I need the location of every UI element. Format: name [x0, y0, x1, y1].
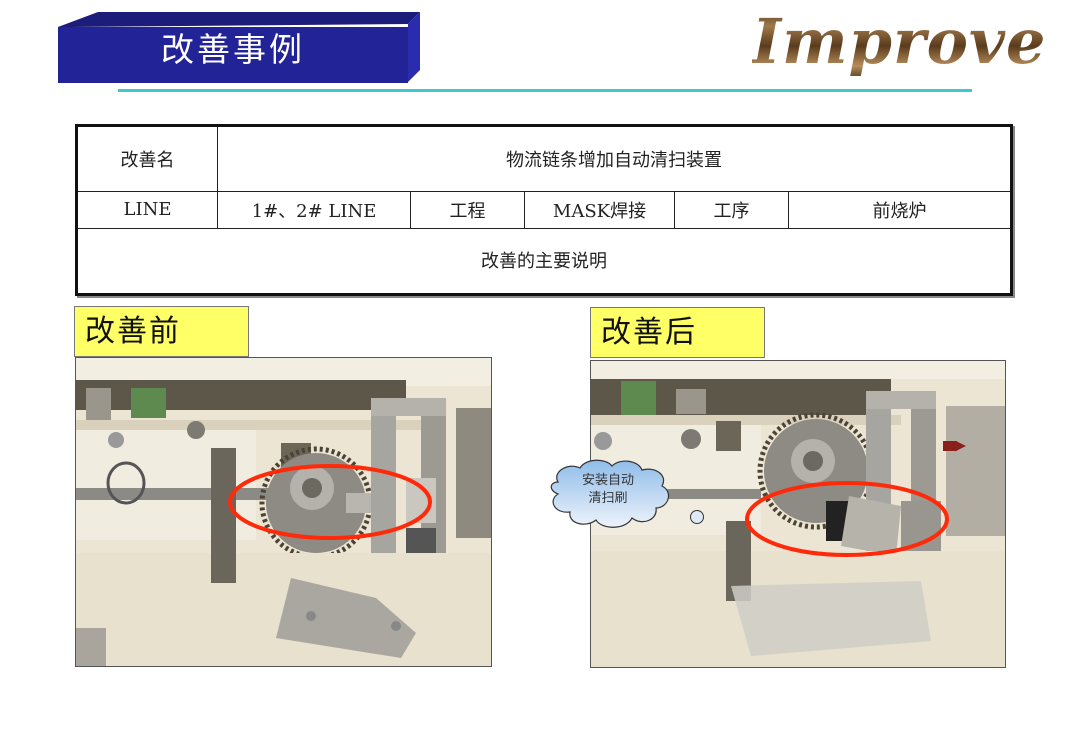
name-label: 改善名 — [76, 124, 218, 193]
process-label: 工程 — [410, 191, 525, 229]
before-label: 改善前 — [74, 306, 249, 357]
description: 改善的主要说明 — [76, 227, 1012, 296]
table-row: 改善名 物流链条增加自动清扫装置 — [76, 124, 1012, 193]
page-title: 改善事例 — [161, 30, 305, 69]
logo-text: Improve — [752, 2, 1046, 82]
name-value: 物流链条增加自动清扫装置 — [217, 124, 1012, 193]
table-row: 改善的主要说明 — [76, 227, 1012, 296]
process-value: MASK焊接 — [524, 191, 675, 229]
improve-logo: Improve — [752, 2, 1062, 84]
improvement-info-table: 改善名 物流链条增加自动清扫装置 LINE 1#、2# LINE 工程 MASK… — [75, 124, 1013, 296]
after-label: 改善后 — [590, 307, 765, 358]
line-value: 1#、2# LINE — [217, 191, 411, 229]
callout-text: 安装自动 清扫刷 — [546, 472, 670, 508]
callout-line-1: 安装自动 — [581, 473, 634, 488]
callout-tail-bubble — [690, 510, 704, 524]
before-photo-illustration — [76, 358, 491, 666]
line-label: LINE — [76, 191, 218, 229]
callout-line-2: 清扫刷 — [588, 491, 628, 506]
table-row: LINE 1#、2# LINE 工程 MASK焊接 工序 前烧炉 — [76, 191, 1012, 229]
step-value: 前烧炉 — [788, 191, 1012, 229]
callout-cloud: 安装自动 清扫刷 — [546, 454, 681, 534]
title-banner: 改善事例 — [58, 12, 420, 83]
step-label: 工序 — [674, 191, 789, 229]
before-photo — [75, 357, 492, 667]
header-divider — [118, 89, 972, 92]
